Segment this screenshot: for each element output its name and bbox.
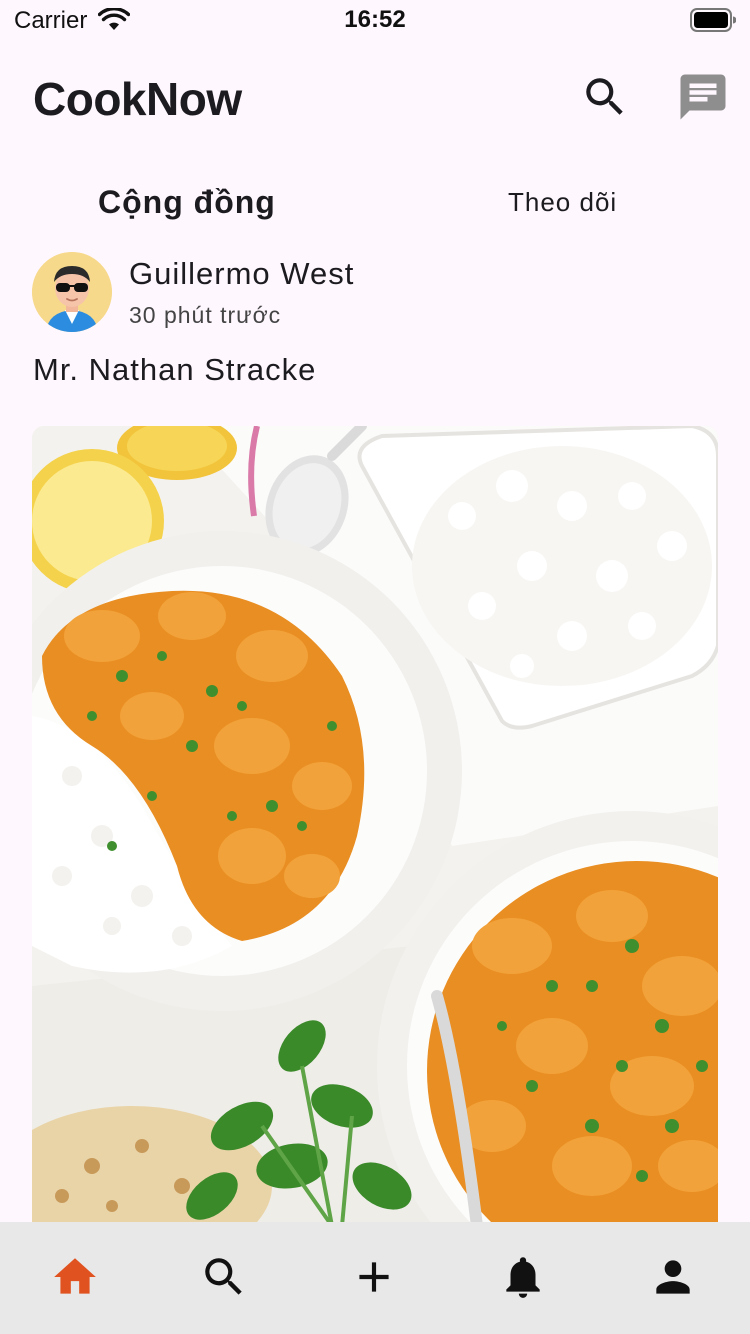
avatar[interactable] [32,252,112,332]
bottom-nav [0,1222,750,1334]
battery-icon [690,8,736,32]
status-bar: Carrier 16:52 [0,0,750,40]
bell-icon[interactable] [498,1252,548,1302]
post-image[interactable] [32,426,718,1226]
post-title[interactable]: Mr. Nathan Stracke [33,352,316,388]
home-icon[interactable] [50,1252,100,1302]
avatar-image [32,252,112,332]
search-icon[interactable] [199,1252,249,1302]
feed-tabs: Cộng đồng Theo dõi [0,170,750,234]
app-title: CookNow [33,73,242,125]
tab-community[interactable]: Cộng đồng [98,182,276,222]
post-header: Guillermo West 30 phút trước [32,252,722,334]
search-icon[interactable] [580,72,630,122]
post-time: 30 phút trước [129,302,282,328]
add-icon[interactable] [349,1252,399,1302]
food-photo [32,426,718,1226]
status-time: 16:52 [344,6,406,33]
tab-following[interactable]: Theo dõi [508,182,617,222]
profile-icon[interactable] [648,1252,698,1302]
chat-icon[interactable] [676,70,730,124]
app-bar: CookNow [0,56,750,146]
author-name[interactable]: Guillermo West [129,256,354,292]
